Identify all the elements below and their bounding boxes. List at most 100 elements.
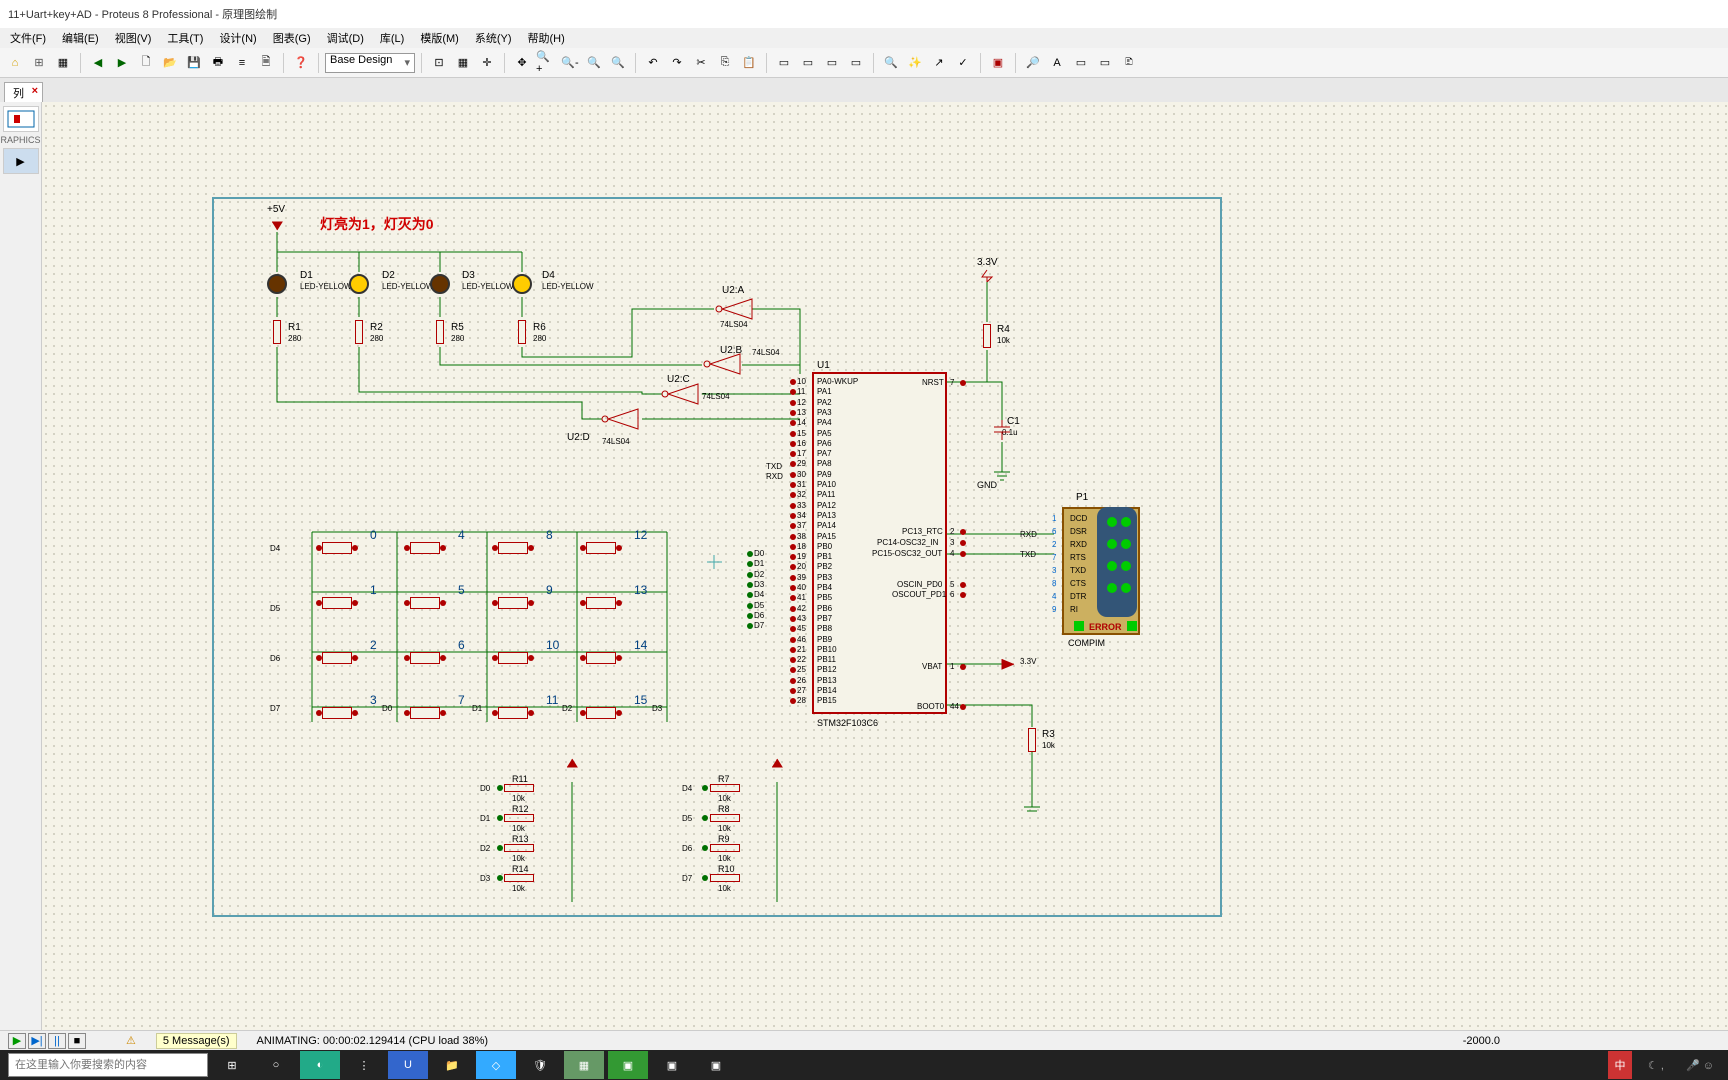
- select-icon[interactable]: 🔍: [880, 52, 902, 74]
- task-view-icon[interactable]: ⊞: [212, 1051, 252, 1079]
- new-icon[interactable]: 🗋: [135, 52, 157, 74]
- block-icon[interactable]: ▭: [773, 52, 795, 74]
- resistor[interactable]: [710, 874, 740, 882]
- app7-icon[interactable]: ▣: [608, 1051, 648, 1079]
- canvas[interactable]: +5V 灯亮为1，灯灭为0 D1 LED-YELLOW D2 LED-YELLO…: [42, 102, 1728, 1030]
- resistor-r5[interactable]: [436, 320, 444, 344]
- key-button[interactable]: [322, 597, 352, 609]
- resistor[interactable]: [504, 784, 534, 792]
- stop-button[interactable]: ■: [68, 1033, 86, 1049]
- explorer-icon[interactable]: 📁: [432, 1051, 472, 1079]
- search-input[interactable]: [8, 1053, 208, 1077]
- key-button[interactable]: [586, 707, 616, 719]
- print-icon[interactable]: 🖶: [207, 52, 229, 74]
- app8-icon[interactable]: ▣: [652, 1051, 692, 1079]
- open-icon[interactable]: 📂: [159, 52, 181, 74]
- resistor[interactable]: [504, 814, 534, 822]
- home-icon[interactable]: ⌂: [4, 52, 26, 74]
- led-d2[interactable]: [349, 274, 369, 294]
- warn-icon[interactable]: ⚠: [126, 1034, 136, 1047]
- menu-library[interactable]: 库(L): [374, 28, 410, 48]
- resistor-r6[interactable]: [518, 320, 526, 344]
- key-button[interactable]: [498, 542, 528, 554]
- pcb-icon[interactable]: ▦: [52, 52, 74, 74]
- back-icon[interactable]: ◀: [87, 52, 109, 74]
- app9-icon[interactable]: ▣: [696, 1051, 736, 1079]
- cut-icon[interactable]: ✂: [690, 52, 712, 74]
- led-d3[interactable]: [430, 274, 450, 294]
- app3-icon[interactable]: U: [388, 1051, 428, 1079]
- menu-system[interactable]: 系统(Y): [469, 28, 518, 48]
- resistor-r3[interactable]: [1028, 728, 1036, 752]
- forward-icon[interactable]: ▶: [111, 52, 133, 74]
- menu-tools[interactable]: 工具(T): [161, 28, 209, 48]
- text-icon[interactable]: A: [1046, 52, 1068, 74]
- arrow-icon[interactable]: ↗: [928, 52, 950, 74]
- tab-schematic[interactable]: 列 ×: [4, 82, 43, 102]
- list-icon[interactable]: ≡: [231, 52, 253, 74]
- check-icon[interactable]: ✓: [952, 52, 974, 74]
- menu-edit[interactable]: 编辑(E): [56, 28, 105, 48]
- component-mode-button[interactable]: ▶: [3, 148, 39, 174]
- key-button[interactable]: [410, 597, 440, 609]
- doc-icon[interactable]: 🗎: [255, 52, 277, 74]
- app4-icon[interactable]: ◇: [476, 1051, 516, 1079]
- menu-view[interactable]: 视图(V): [109, 28, 158, 48]
- key-button[interactable]: [410, 542, 440, 554]
- resistor-r1[interactable]: [273, 320, 281, 344]
- zoomall-icon[interactable]: 🔍: [607, 52, 629, 74]
- menu-debug[interactable]: 调试(D): [321, 28, 370, 48]
- key-button[interactable]: [322, 652, 352, 664]
- resistor[interactable]: [504, 844, 534, 852]
- note-icon[interactable]: 🗈: [1118, 52, 1140, 74]
- menu-file[interactable]: 文件(F): [4, 28, 52, 48]
- key-button[interactable]: [586, 652, 616, 664]
- grid-icon[interactable]: ⊡: [428, 52, 450, 74]
- resistor[interactable]: [504, 874, 534, 882]
- app1-icon[interactable]: ◐: [300, 1051, 340, 1079]
- zoomfit-icon[interactable]: 🔍: [583, 52, 605, 74]
- app6-icon[interactable]: ▦: [564, 1051, 604, 1079]
- key-button[interactable]: [498, 597, 528, 609]
- app5-icon[interactable]: 🛡: [520, 1051, 560, 1079]
- grid2-icon[interactable]: ▦: [452, 52, 474, 74]
- redo-icon[interactable]: ↷: [666, 52, 688, 74]
- chip-icon[interactable]: ▣: [987, 52, 1009, 74]
- key-button[interactable]: [586, 542, 616, 554]
- resistor[interactable]: [710, 844, 740, 852]
- block4-icon[interactable]: ▭: [845, 52, 867, 74]
- play-button[interactable]: ▶: [8, 1033, 26, 1049]
- key-button[interactable]: [322, 542, 352, 554]
- rect-icon[interactable]: ▭: [1070, 52, 1092, 74]
- zoomin-icon[interactable]: 🔍+: [535, 52, 557, 74]
- copy-icon[interactable]: ⎘: [714, 52, 736, 74]
- move-icon[interactable]: ✥: [511, 52, 533, 74]
- design-combo[interactable]: Base Design: [325, 53, 415, 73]
- ime-icon[interactable]: 中: [1608, 1051, 1632, 1079]
- menu-graph[interactable]: 图表(G): [267, 28, 317, 48]
- key-button[interactable]: [322, 707, 352, 719]
- rect2-icon[interactable]: ▭: [1094, 52, 1116, 74]
- menu-template[interactable]: 模版(M): [414, 28, 465, 48]
- led-d4[interactable]: [512, 274, 532, 294]
- ime3-icon[interactable]: 🎤 ☺: [1680, 1051, 1720, 1079]
- resistor-r4[interactable]: [983, 324, 991, 348]
- preview-thumb[interactable]: [3, 106, 39, 132]
- key-button[interactable]: [586, 597, 616, 609]
- menu-help[interactable]: 帮助(H): [522, 28, 571, 48]
- paste-icon[interactable]: 📋: [738, 52, 760, 74]
- wand-icon[interactable]: ✨: [904, 52, 926, 74]
- pause-button[interactable]: ||: [48, 1033, 66, 1049]
- key-button[interactable]: [410, 707, 440, 719]
- schematic-icon[interactable]: ⊞: [28, 52, 50, 74]
- block2-icon[interactable]: ▭: [797, 52, 819, 74]
- help-icon[interactable]: ❓: [290, 52, 312, 74]
- resistor[interactable]: [710, 784, 740, 792]
- crosshair-icon[interactable]: ✛: [476, 52, 498, 74]
- key-button[interactable]: [498, 652, 528, 664]
- resistor-r2[interactable]: [355, 320, 363, 344]
- resistor[interactable]: [710, 814, 740, 822]
- undo-icon[interactable]: ↶: [642, 52, 664, 74]
- key-button[interactable]: [498, 707, 528, 719]
- message-count[interactable]: 5 Message(s): [156, 1033, 237, 1049]
